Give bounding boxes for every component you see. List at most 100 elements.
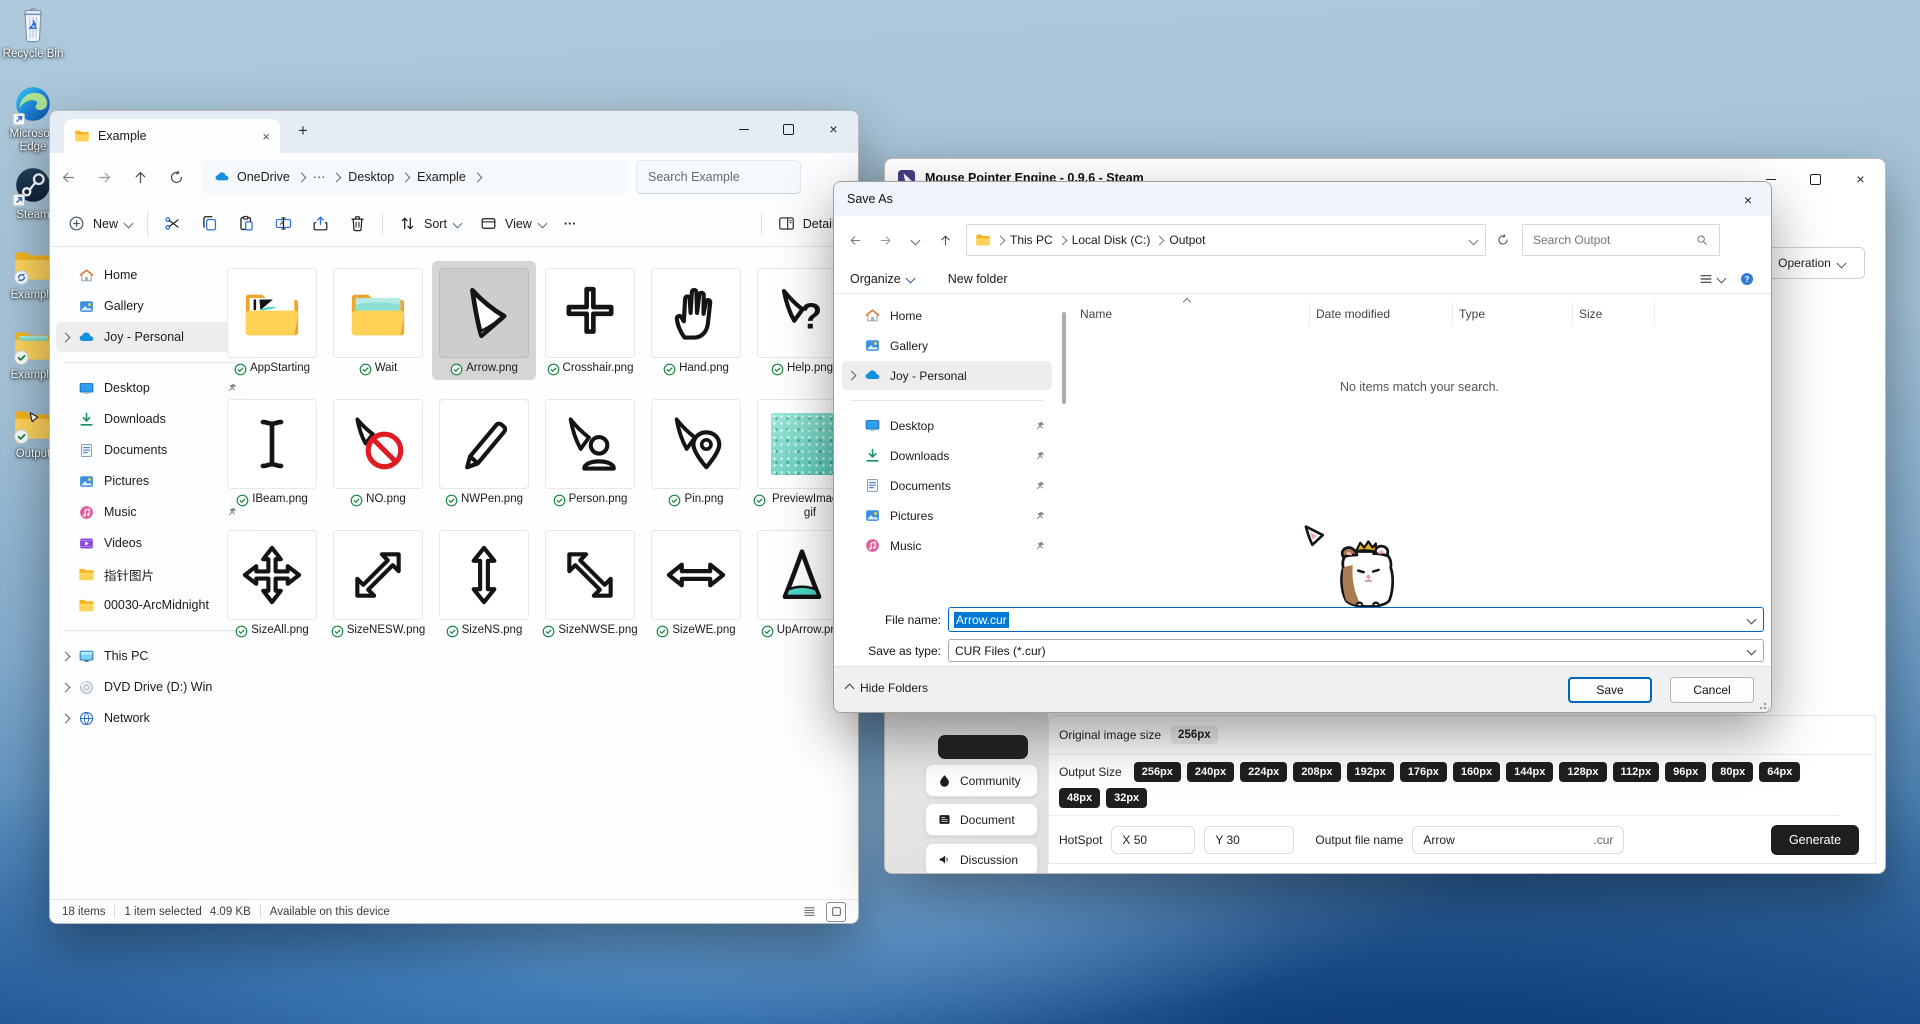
up-button[interactable] [122,159,158,195]
dialog-breadcrumb[interactable]: This PC Local Disk (C:) Outpot [966,224,1486,256]
steam-nav-community[interactable]: Community [925,764,1038,797]
sidebar-item--[interactable]: 指针图片 [56,559,244,589]
more-button[interactable]: ··· [555,207,586,241]
output-size-chip-128px[interactable]: 128px [1559,762,1606,782]
sidebar-item-home[interactable]: Home [842,301,1052,330]
output-file-input[interactable]: Arrow .cur [1412,826,1624,854]
output-size-chip-112px[interactable]: 112px [1613,762,1660,782]
file-item-pin-png[interactable]: Pin.png [644,392,748,511]
file-name-input[interactable]: Arrow.cur [948,607,1764,632]
output-size-chip-80px[interactable]: 80px [1712,762,1753,782]
sidebar-item-dvd-drive-d-win[interactable]: DVD Drive (D:) Win [56,672,244,702]
file-item-hand-png[interactable]: Hand.png [644,261,748,380]
hide-folders-button[interactable]: Hide Folders [846,681,928,695]
save-button[interactable]: Save [1568,677,1652,703]
steam-partial-item[interactable] [938,735,1028,759]
sidebar-item-desktop[interactable]: Desktop [842,411,1052,440]
hotspot-x-input[interactable]: X 50 [1111,826,1195,854]
output-size-chip-96px[interactable]: 96px [1665,762,1706,782]
file-item-sizeall-png[interactable]: SizeAll.png [220,523,324,642]
sidebar-item-desktop[interactable]: Desktop [56,373,244,403]
dialog-up-button[interactable] [930,225,960,255]
sidebar-item-gallery[interactable]: Gallery [842,331,1052,360]
hotspot-y-input[interactable]: Y 30 [1204,826,1294,854]
output-size-chip-64px[interactable]: 64px [1759,762,1800,782]
explorer-tab[interactable]: Example × [64,119,280,153]
chevron-right-icon[interactable] [61,713,71,723]
dialog-back-button[interactable] [840,225,870,255]
sidebar-item-videos[interactable]: Videos [56,528,244,558]
output-size-chip-192px[interactable]: 192px [1347,762,1394,782]
output-size-chip-208px[interactable]: 208px [1293,762,1340,782]
new-button[interactable]: New [58,207,141,241]
sidebar-item-00030-arcmidnight[interactable]: 00030-ArcMidnight [56,590,244,620]
file-item-wait[interactable]: Wait [326,261,430,380]
file-item-sizewe-png[interactable]: SizeWE.png [644,523,748,642]
column-header-type[interactable]: Type [1453,302,1573,326]
back-button[interactable] [50,159,86,195]
dialog-breadcrumb-segment[interactable]: Outpot [1169,233,1205,247]
sidebar-item-downloads[interactable]: Downloads [56,404,244,434]
output-size-chip-240px[interactable]: 240px [1187,762,1234,782]
breadcrumb-segment[interactable]: ··· [313,170,326,184]
dialog-history-dropdown[interactable] [900,225,930,255]
dialog-sidebar-scrollbar[interactable] [1062,312,1066,404]
dialog-breadcrumb-segment[interactable]: Local Disk (C:) [1072,233,1151,247]
operation-dropdown[interactable]: Operation [1758,247,1865,279]
minimize-button[interactable] [721,111,766,147]
forward-button[interactable] [86,159,122,195]
sidebar-item-documents[interactable]: Documents [842,471,1052,500]
sidebar-item-music[interactable]: Music [56,497,244,527]
breadcrumb-segment[interactable]: Example [417,170,466,184]
file-item-no-png[interactable]: NO.png [326,392,430,511]
output-size-chip-256px[interactable]: 256px [1134,762,1181,782]
view-button[interactable]: View [470,207,555,241]
output-size-chip-224px[interactable]: 224px [1240,762,1287,782]
output-size-chip-48px[interactable]: 48px [1059,788,1100,808]
sidebar-item-home[interactable]: Home [56,260,244,290]
chevron-right-icon[interactable] [61,332,71,342]
output-size-chip-160px[interactable]: 160px [1453,762,1500,782]
sidebar-item-pictures[interactable]: Pictures [56,466,244,496]
cut-button[interactable] [154,207,191,241]
steam-nav-discussion[interactable]: Discussion [925,843,1038,874]
sidebar-item-pictures[interactable]: Pictures [842,501,1052,530]
sidebar-item-this-pc[interactable]: This PC [56,641,244,671]
save-type-dropdown[interactable]: CUR Files (*.cur) [948,639,1764,662]
output-size-chip-32px[interactable]: 32px [1106,788,1147,808]
sidebar-item-joy-personal[interactable]: Joy - Personal [842,361,1052,390]
file-item-sizenesw-png[interactable]: SizeNESW.png [326,523,430,642]
file-item-sizens-png[interactable]: SizeNS.png [432,523,536,642]
file-item-nwpen-png[interactable]: NWPen.png [432,392,536,511]
view-mode-button[interactable] [1698,271,1725,287]
cancel-button[interactable]: Cancel [1670,677,1754,703]
tab-close-icon[interactable]: × [262,129,270,144]
output-size-chip-144px[interactable]: 144px [1506,762,1553,782]
organize-button[interactable]: Organize [850,272,914,286]
steam-nav-document[interactable]: Document [925,803,1038,836]
sidebar-item-network[interactable]: Network [56,703,244,733]
breadcrumb-segment[interactable]: OneDrive [237,170,290,184]
dialog-breadcrumb-segment[interactable]: This PC [1010,233,1053,247]
refresh-button[interactable] [158,159,194,195]
file-item-appstarting[interactable]: AppStarting [220,261,324,380]
file-item-crosshair-png[interactable]: Crosshair.png [538,261,642,380]
resize-grip[interactable] [1759,700,1769,710]
chevron-right-icon[interactable] [61,651,71,661]
chevron-down-icon[interactable] [1469,235,1479,245]
file-item-ibeam-png[interactable]: IBeam.png [220,392,324,511]
file-item-sizenwse-png[interactable]: SizeNWSE.png [538,523,642,642]
sidebar-item-downloads[interactable]: Downloads [842,441,1052,470]
dialog-search-input[interactable]: Search Outpot [1522,224,1720,256]
generate-button[interactable]: Generate [1771,825,1859,855]
dialog-close-button[interactable]: × [1735,190,1761,210]
paste-button[interactable] [228,207,265,241]
new-folder-button[interactable]: New folder [948,272,1008,286]
copy-button[interactable] [191,207,228,241]
sidebar-item-documents[interactable]: Documents [56,435,244,465]
thumbnail-view-toggle[interactable] [826,902,846,922]
breadcrumb-segment[interactable]: Desktop [348,170,394,184]
steam-maximize-button[interactable] [1793,161,1838,197]
search-input[interactable]: Search Example [636,160,801,194]
share-button[interactable] [302,207,339,241]
